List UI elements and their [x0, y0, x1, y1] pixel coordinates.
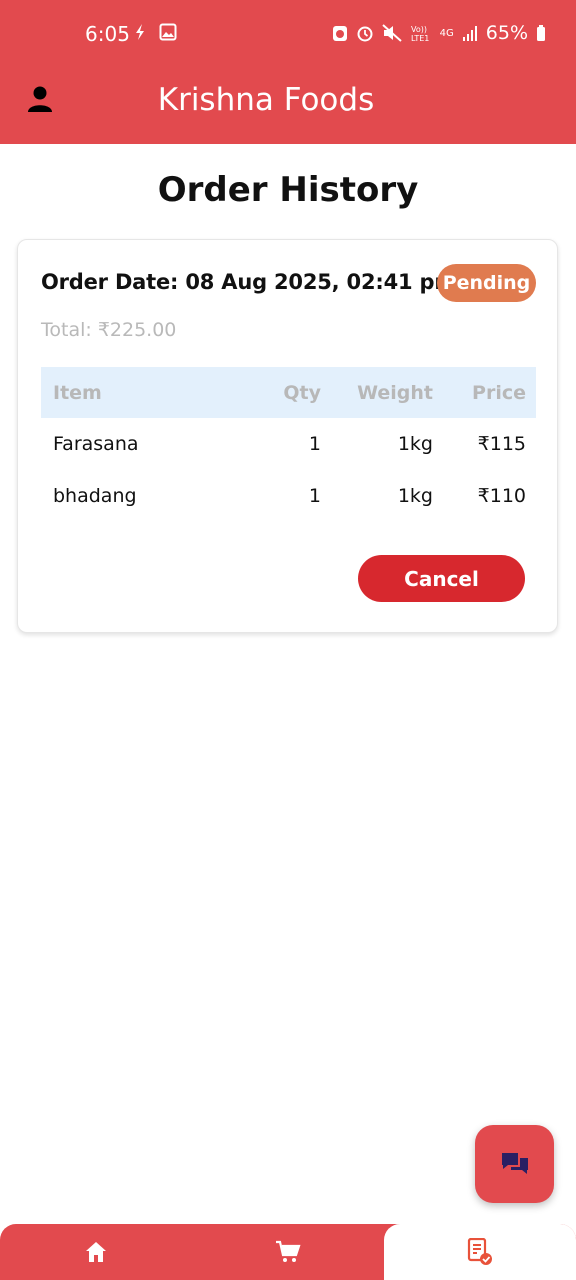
orders-icon: [467, 1238, 492, 1265]
nav-orders[interactable]: [384, 1224, 576, 1280]
table-row: Farasana 1 1kg ₹115: [41, 418, 536, 470]
item-qty: 1: [308, 485, 321, 507]
nav-home[interactable]: [0, 1224, 192, 1280]
battery-percent: 65%: [485, 22, 528, 44]
item-weight: 1kg: [397, 433, 433, 455]
status-badge: Pending: [437, 264, 536, 302]
order-items-table: Item Qty Weight Price Farasana 1 1kg ₹11…: [41, 367, 536, 522]
app-title: Krishna Foods: [157, 82, 375, 118]
top-bar: 6:05 Vo)) LTE1 4G 65% Krishna Foods: [0, 0, 576, 144]
column-header-price: Price: [472, 381, 526, 404]
home-icon: [86, 1242, 106, 1262]
gallery-icon: [159, 23, 177, 41]
clock-app-icon: [332, 26, 347, 41]
network-type: 4G: [439, 27, 454, 39]
column-header-qty: Qty: [283, 381, 321, 404]
cancel-order-button[interactable]: Cancel: [358, 555, 525, 602]
chat-icon: [501, 1153, 528, 1174]
svg-text:Vo)): Vo)): [411, 25, 427, 34]
item-qty: 1: [308, 433, 321, 455]
notification-icons: [133, 22, 177, 43]
item-price: ₹115: [477, 433, 526, 455]
alarm-icon: [357, 26, 373, 42]
chat-fab[interactable]: [475, 1125, 554, 1203]
page-title: Order History: [157, 170, 419, 210]
column-header-item: Item: [53, 381, 102, 404]
item-weight: 1kg: [397, 485, 433, 507]
nav-cart[interactable]: [192, 1224, 384, 1280]
svg-text:LTE1: LTE1: [411, 34, 429, 42]
order-card: Order Date: 08 Aug 2025, 02:41 pm Pendin…: [17, 239, 558, 633]
item-name: Farasana: [53, 433, 139, 455]
item-name: bhadang: [53, 485, 137, 507]
signal-icon: [462, 26, 477, 41]
status-time: 6:05: [85, 22, 130, 46]
order-total: Total: ₹225.00: [41, 319, 177, 341]
bottom-nav: [0, 1224, 576, 1280]
cart-icon: [276, 1240, 301, 1262]
flash-icon: [136, 24, 144, 40]
system-icons: Vo)) LTE1 4G 65%: [332, 22, 546, 44]
item-price: ₹110: [477, 485, 526, 507]
status-bar: 6:05 Vo)) LTE1 4G 65%: [0, 0, 576, 70]
table-row: bhadang 1 1kg ₹110: [41, 470, 536, 522]
app-bar: Krishna Foods: [0, 70, 576, 144]
mute-icon: [381, 24, 402, 42]
order-date: Order Date: 08 Aug 2025, 02:41 pm: [41, 270, 457, 294]
column-header-weight: Weight: [357, 381, 433, 404]
battery-icon: [537, 25, 545, 41]
volte-icon: Vo))LTE1: [411, 25, 429, 42]
table-header: Item Qty Weight Price: [41, 367, 536, 418]
